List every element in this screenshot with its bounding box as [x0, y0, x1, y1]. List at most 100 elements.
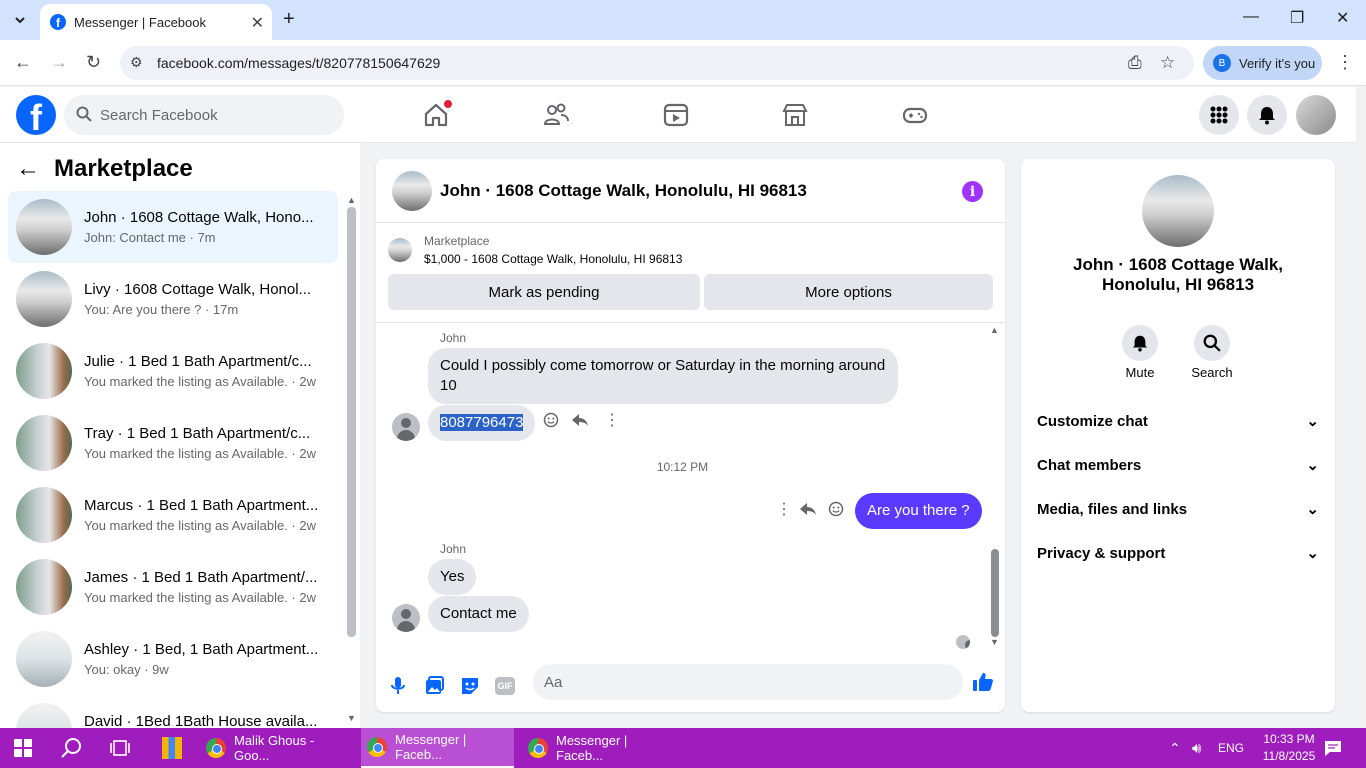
marketplace-label: Marketplace	[424, 234, 490, 248]
address-bar[interactable]: ⚙ facebook.com/messages/t/82077815064762…	[120, 46, 1194, 80]
page-scrollbar[interactable]	[1356, 87, 1366, 728]
customize-chat-item[interactable]: Customize chat ⌄	[1037, 409, 1319, 433]
thumbs-up-icon[interactable]	[972, 671, 994, 693]
bookmark-star-icon[interactable]: ☆	[1160, 53, 1175, 73]
message-input[interactable]: Aa	[533, 664, 963, 700]
sender-avatar[interactable]	[392, 413, 420, 441]
incoming-message[interactable]: Yes	[428, 559, 477, 595]
react-smiley-icon[interactable]	[828, 501, 844, 517]
listing-thumbnail	[16, 271, 72, 327]
profile-avatar[interactable]	[1296, 95, 1336, 135]
conversation-item[interactable]: Ashley · 1 Bed, 1 Bath Apartment... You: …	[8, 623, 338, 695]
conversation-item[interactable]: Livy · 1608 Cottage Walk, Honol... You: A…	[8, 263, 338, 335]
close-tab-icon[interactable]: ✕	[251, 13, 264, 33]
contact-name: John · 1608 Cottage Walk, Honolulu, HI 9…	[1072, 255, 1284, 294]
mark-as-pending-button[interactable]: Mark as pending	[388, 274, 700, 310]
scroll-down-arrow-icon[interactable]: ▼	[990, 637, 999, 647]
conversation-item[interactable]: Tray · 1 Bed 1 Bath Apartment/c... You ma…	[8, 407, 338, 479]
taskbar-app-label: Malik Ghous - Goo...	[234, 733, 315, 763]
sticker-icon[interactable]	[459, 675, 481, 697]
incoming-message[interactable]: Contact me	[428, 596, 529, 632]
media-files-links-item[interactable]: Media, files and links ⌄	[1037, 497, 1319, 521]
conversation-item[interactable]: James · 1 Bed 1 Bath Apartment/... You ma…	[8, 551, 338, 623]
gif-icon[interactable]: GIF	[495, 677, 515, 695]
reload-icon[interactable]: ↻	[86, 52, 101, 73]
friends-icon[interactable]	[542, 101, 570, 129]
incoming-message[interactable]: 8087796473	[428, 405, 536, 441]
marketplace-icon[interactable]	[781, 101, 809, 129]
forward-arrow-icon[interactable]: →	[50, 52, 68, 73]
conversation-name: Tray · 1 Bed 1 Bath Apartment/c...	[84, 425, 311, 442]
conversation-item[interactable]: John · 1608 Cottage Walk, Hono... John: C…	[8, 191, 338, 263]
tab-search-chevron-icon[interactable]	[8, 8, 32, 32]
file-explorer-icon[interactable]	[162, 737, 182, 759]
reply-icon[interactable]	[799, 501, 817, 517]
sender-avatar[interactable]	[392, 604, 420, 632]
listing-thumbnail	[16, 703, 72, 728]
site-info-icon[interactable]: ⚙	[130, 54, 143, 71]
chat-avatar[interactable]	[392, 170, 432, 211]
restore-icon[interactable]: ❐	[1290, 8, 1304, 28]
more-options-button[interactable]: More options	[704, 274, 993, 310]
conversation-item[interactable]: Julie · 1 Bed 1 Bath Apartment/c... You m…	[8, 335, 338, 407]
video-icon[interactable]	[662, 101, 690, 129]
listing-thumbnail	[16, 343, 72, 399]
minimize-icon[interactable]: —	[1243, 8, 1259, 26]
taskbar-chrome-window[interactable]: Messenger | Faceb...	[522, 728, 675, 768]
gaming-icon[interactable]	[901, 101, 929, 129]
chat-members-item[interactable]: Chat members ⌄	[1037, 453, 1319, 477]
windows-start-icon[interactable]	[14, 739, 32, 757]
search-in-conversation-button[interactable]	[1194, 325, 1230, 361]
system-clock[interactable]: 10:33 PM 11/8/2025	[1256, 731, 1322, 765]
notifications-button[interactable]	[1247, 95, 1287, 135]
new-tab-plus-icon[interactable]: +	[283, 8, 295, 31]
conversation-preview: You: okay · 9w	[84, 662, 169, 677]
taskbar-chrome-window[interactable]: Malik Ghous - Goo...	[200, 728, 353, 768]
contact-avatar[interactable]	[1142, 175, 1214, 247]
conversation-item[interactable]: Marcus · 1 Bed 1 Bath Apartment... You ma…	[8, 479, 338, 551]
language-indicator[interactable]: ENG	[1218, 728, 1244, 768]
taskbar-chrome-window[interactable]: Messenger | Faceb...	[361, 728, 514, 768]
notification-center-icon[interactable]	[1324, 739, 1342, 757]
selected-phone-text[interactable]: 8087796473	[440, 414, 524, 431]
photo-icon[interactable]	[423, 675, 445, 697]
close-window-icon[interactable]: ✕	[1336, 8, 1349, 28]
browser-tab-messenger[interactable]: f Messenger | Facebook ✕	[40, 4, 272, 40]
media-files-links-label: Media, files and links	[1037, 500, 1188, 518]
scroll-up-arrow-icon[interactable]: ▲	[347, 195, 356, 205]
more-actions-icon[interactable]: ⋮	[776, 499, 792, 519]
outgoing-message[interactable]: Are you there ?	[855, 493, 982, 529]
chevron-down-icon: ⌄	[1306, 457, 1319, 474]
marketplace-heading: ← Marketplace	[16, 155, 193, 183]
more-actions-icon[interactable]: ⋮	[604, 410, 620, 430]
menu-grid-button[interactable]	[1199, 95, 1239, 135]
scroll-down-arrow-icon[interactable]: ▼	[347, 713, 356, 723]
task-view-icon[interactable]	[110, 739, 130, 757]
listing-summary[interactable]: Marketplace $1,000 - 1608 Cottage Walk, …	[388, 234, 682, 266]
incoming-message[interactable]: Could I possibly come tomorrow or Saturd…	[428, 348, 898, 404]
microphone-icon[interactable]	[387, 675, 409, 697]
scroll-up-arrow-icon[interactable]: ▲	[990, 325, 999, 335]
back-arrow-icon[interactable]: ←	[14, 52, 32, 73]
chrome-menu-icon[interactable]: ⋮	[1336, 52, 1354, 73]
search-icon[interactable]	[61, 737, 83, 759]
install-app-icon[interactable]: ⎙	[1128, 53, 1142, 73]
react-smiley-icon[interactable]	[543, 412, 559, 428]
conversation-name: Ashley · 1 Bed, 1 Bath Apartment...	[84, 641, 319, 658]
conversation-item[interactable]: David · 1Bed 1Bath House availa...	[8, 695, 338, 728]
volume-icon[interactable]: 🔊︎	[1192, 728, 1201, 768]
facebook-logo-icon[interactable]: f	[16, 95, 56, 135]
reply-icon[interactable]	[571, 412, 589, 428]
listing-thumbnail	[16, 487, 72, 543]
verify-profile-button[interactable]: B Verify it's you	[1203, 46, 1322, 80]
show-hidden-icons-chevron-icon[interactable]: ⌃	[1169, 728, 1181, 768]
inbox-scrollbar[interactable]	[347, 207, 356, 637]
facebook-search-input[interactable]: Search Facebook	[64, 95, 344, 135]
back-arrow-icon[interactable]: ←	[16, 155, 40, 183]
conversation-preview: John: Contact me · 7m	[84, 230, 216, 245]
chat-scrollbar[interactable]	[991, 549, 999, 637]
mute-button[interactable]	[1122, 325, 1158, 361]
info-icon[interactable]: i	[962, 181, 983, 202]
chat-title[interactable]: John · 1608 Cottage Walk, Honolulu, HI 9…	[440, 181, 807, 201]
privacy-support-item[interactable]: Privacy & support ⌄	[1037, 541, 1319, 565]
